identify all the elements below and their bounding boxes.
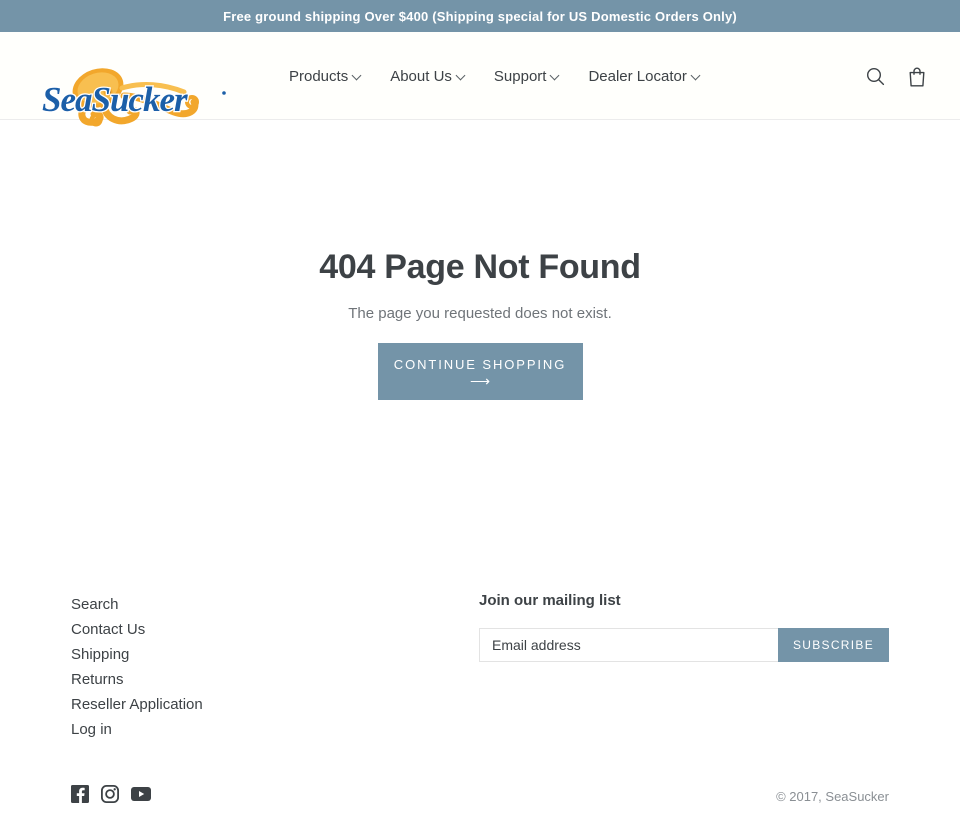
main-navigation: Products About Us Support Dealer Locator bbox=[289, 32, 715, 120]
nav-item-support[interactable]: Support bbox=[494, 62, 575, 91]
copyright-text: © 2017, SeaSucker bbox=[776, 789, 889, 804]
nav-label: Support bbox=[493, 67, 547, 85]
newsletter-form: SUBSCRIBE bbox=[479, 628, 889, 662]
chevron-down-icon bbox=[551, 72, 560, 81]
site-header: SeaSucker Products About Us Support Deal… bbox=[0, 32, 960, 127]
facebook-link[interactable] bbox=[71, 785, 89, 808]
footer-link-list: Search Contact Us Shipping Returns Resel… bbox=[71, 592, 479, 742]
email-input[interactable] bbox=[479, 628, 778, 662]
search-icon bbox=[866, 67, 884, 85]
chevron-down-icon bbox=[692, 72, 701, 81]
footer-columns: Search Contact Us Shipping Returns Resel… bbox=[71, 580, 889, 742]
continue-shopping-label: CONTINUE SHOPPING bbox=[393, 357, 567, 372]
nav-item-products[interactable]: Products bbox=[289, 62, 376, 91]
subscribe-button[interactable]: SUBSCRIBE bbox=[778, 628, 889, 662]
facebook-icon bbox=[71, 785, 89, 803]
search-button[interactable] bbox=[862, 63, 888, 89]
page-subtitle: The page you requested does not exist. bbox=[348, 305, 612, 322]
seasucker-logo-icon: SeaSucker bbox=[41, 68, 226, 127]
cart-button[interactable] bbox=[904, 63, 930, 89]
nav-label: Products bbox=[289, 67, 349, 85]
page-title: 404 Page Not Found bbox=[319, 248, 641, 286]
nav-label: About Us bbox=[390, 67, 452, 85]
footer-bottom: © 2017, SeaSucker bbox=[71, 784, 889, 808]
footer-link-contact-us[interactable]: Contact Us bbox=[71, 617, 145, 642]
header-icon-group bbox=[862, 32, 930, 120]
site-logo[interactable]: SeaSucker bbox=[38, 66, 234, 128]
youtube-icon bbox=[131, 787, 151, 801]
footer-link-reseller-application[interactable]: Reseller Application bbox=[71, 692, 203, 717]
main-content: 404 Page Not Found The page you requeste… bbox=[0, 120, 960, 580]
site-footer: Search Contact Us Shipping Returns Resel… bbox=[0, 580, 960, 816]
nav-label: Dealer Locator bbox=[588, 67, 687, 85]
social-links bbox=[71, 784, 151, 808]
footer-link-log-in[interactable]: Log in bbox=[71, 717, 112, 742]
nav-item-about-us[interactable]: About Us bbox=[390, 62, 480, 91]
chevron-down-icon bbox=[353, 72, 362, 81]
chevron-down-icon bbox=[457, 72, 466, 81]
announcement-text: Free ground shipping Over $400 (Shipping… bbox=[223, 8, 737, 24]
announcement-bar: Free ground shipping Over $400 (Shipping… bbox=[0, 0, 960, 32]
arrow-right-icon: ⟶ bbox=[469, 373, 491, 389]
svg-text:SeaSucker: SeaSucker bbox=[42, 80, 188, 119]
youtube-link[interactable] bbox=[131, 786, 151, 807]
instagram-icon bbox=[100, 784, 120, 804]
footer-link-shipping[interactable]: Shipping bbox=[71, 642, 129, 667]
instagram-link[interactable] bbox=[100, 784, 120, 808]
footer-link-returns[interactable]: Returns bbox=[71, 667, 124, 692]
cart-icon bbox=[909, 67, 925, 86]
newsletter-title: Join our mailing list bbox=[479, 592, 621, 609]
continue-shopping-button[interactable]: CONTINUE SHOPPING ⟶ bbox=[377, 343, 583, 400]
newsletter-section: Join our mailing list SUBSCRIBE bbox=[479, 592, 889, 742]
nav-item-dealer-locator[interactable]: Dealer Locator bbox=[588, 62, 714, 91]
footer-link-search[interactable]: Search bbox=[71, 592, 119, 617]
